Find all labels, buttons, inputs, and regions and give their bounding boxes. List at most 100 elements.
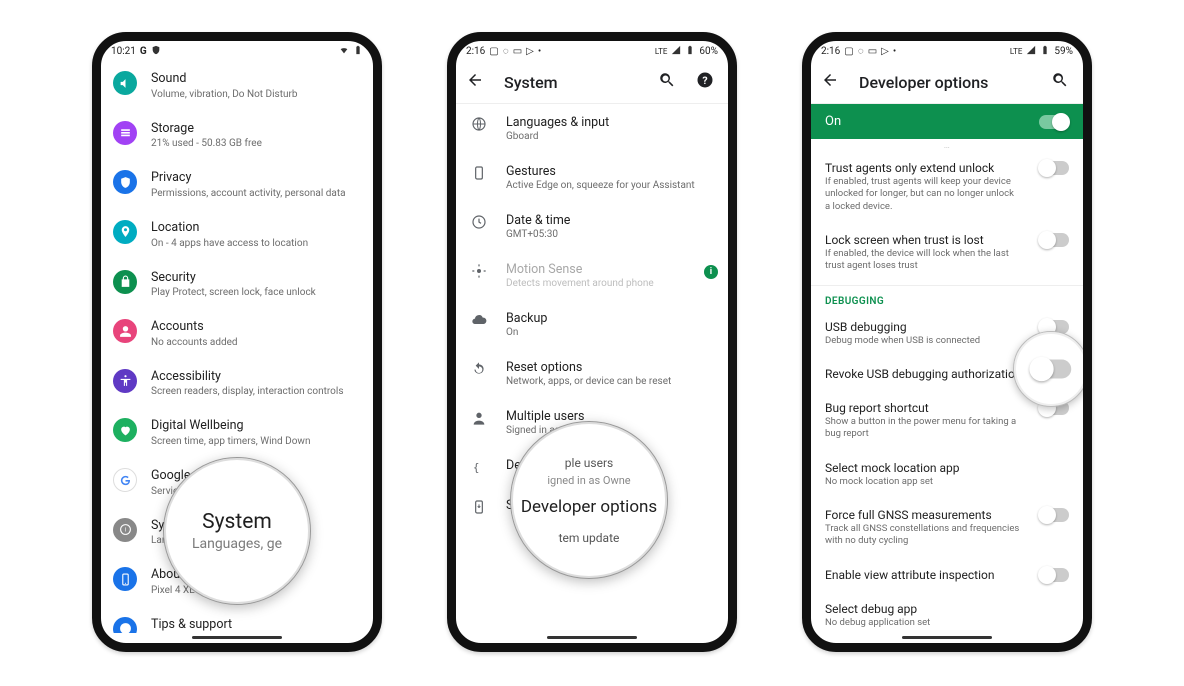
settings-row-digital-wellbeing[interactable]: Digital WellbeingScreen time, app timers… [101,408,373,458]
storage-icon [113,121,137,145]
side-button [1091,181,1092,225]
dot-icon: • [893,46,896,57]
dev-row-select-debug-app[interactable]: Select debug appNo debug application set [811,592,1083,639]
reset-icon [470,360,488,378]
row-sub: No accounts added [151,336,238,349]
row-title: Tips & support [151,617,339,633]
motion-icon [470,262,488,280]
dot-icon: • [538,46,541,57]
dev-row-force-full-gnss-measurements[interactable]: Force full GNSS measurementsTrack all GN… [811,498,1083,558]
magnifier-system: System Languages, ge [163,457,311,605]
signal-icon [671,45,681,58]
lens-title: System [202,510,272,534]
dev-master-switch[interactable] [1039,115,1069,129]
row-title: Sound [151,71,298,87]
row-title: Security [151,270,316,286]
google-icon [113,468,137,492]
dev-row-select-mock-location-app[interactable]: Select mock location appNo mock location… [811,451,1083,498]
row-title: Reset options [506,360,671,375]
wifi-icon [339,45,349,58]
wellbeing-icon [113,418,137,442]
clock-icon [470,213,488,231]
accessibility-icon [113,369,137,393]
search-icon[interactable] [658,71,676,93]
lens-title: Developer options [521,497,657,517]
phone-system: 2:16 ▢ ◌ ▭ ▷ • LTE 60% System ? Language… [447,32,737,652]
settings-row-security[interactable]: SecurityPlay Protect, screen lock, face … [101,260,373,310]
battery-icon [353,45,363,58]
play-icon: ▷ [526,46,534,57]
svg-text:?: ? [702,74,707,87]
info-badge[interactable]: i [704,265,718,279]
g-icon: G [140,46,147,57]
network-label: LTE [655,47,668,56]
row-title: Enable view attribute inspection [825,568,1021,582]
row-sub: Track all GNSS constellations and freque… [825,523,1021,548]
toggle-switch[interactable] [1039,161,1069,175]
settings-row-privacy[interactable]: PrivacyPermissions, account activity, pe… [101,160,373,210]
row-sub: If enabled, the device will lock when th… [825,248,1021,273]
settings-row-location[interactable]: LocationOn - 4 apps have access to locat… [101,210,373,260]
row-title: Privacy [151,170,346,186]
toggle-switch[interactable] [1039,568,1069,582]
shield-icon [151,45,161,58]
settings-row-accounts[interactable]: AccountsNo accounts added [101,309,373,359]
row-title: Digital Wellbeing [151,418,310,434]
page-title: System [504,73,638,92]
page-title: Developer options [859,73,1031,92]
side-button [1091,236,1092,306]
battery-pct: 60% [699,46,718,57]
side-button [381,181,382,225]
row-sub: Show a button in the power menu for taki… [825,416,1021,441]
system-row-gestures[interactable]: GesturesActive Edge on, squeeze for your… [456,153,728,202]
row-title: Gestures [506,164,695,179]
row-sub: GMT+05:30 [506,229,570,240]
accounts-icon [113,319,137,343]
whatsapp-icon: ◌ [858,46,864,57]
truncated-row: … [811,139,1083,151]
row-title: Date & time [506,213,570,228]
toggle-switch[interactable] [1039,508,1069,522]
signal-icon [1026,45,1036,58]
back-icon[interactable] [466,71,484,93]
dev-row-lock-screen-when-trust-is-lost[interactable]: Lock screen when trust is lostIf enabled… [811,223,1083,283]
search-icon[interactable] [1051,71,1069,93]
system-row-backup[interactable]: BackupOn [456,300,728,349]
help-icon[interactable]: ? [696,71,714,93]
settings-row-sound[interactable]: SoundVolume, vibration, Do Not Disturb [101,61,373,111]
section-debugging: DEBUGGING [811,288,1083,310]
braces-icon: { } [470,458,488,476]
back-icon[interactable] [821,71,839,93]
system-row-date-time[interactable]: Date & timeGMT+05:30 [456,202,728,251]
security-icon [113,270,137,294]
toggle-switch[interactable] [1039,233,1069,247]
help-icon: ? [113,617,137,633]
system-row-languages-input[interactable]: Languages & inputGboard [456,104,728,153]
user-icon [470,409,488,427]
row-sub: Screen readers, display, interaction con… [151,385,343,398]
status-time: 10:21 [111,46,136,57]
row-title: Motion Sense [506,262,654,277]
battery-pct: 59% [1054,46,1073,57]
dev-row-trust-agents-only-extend-unlock[interactable]: Trust agents only extend unlockIf enable… [811,151,1083,223]
system-row-reset-options[interactable]: Reset optionsNetwork, apps, or device ca… [456,349,728,398]
settings-row-accessibility[interactable]: AccessibilityScreen readers, display, in… [101,359,373,409]
youtube-icon: ▭ [513,46,522,57]
volume-icon [113,71,137,95]
row-title: Storage [151,121,262,137]
row-sub: Volume, vibration, Do Not Disturb [151,88,298,101]
row-title: Bug report shortcut [825,401,1021,415]
system-row-motion-sense[interactable]: Motion SenseDetects movement around phon… [456,251,728,300]
settings-row-tips-support[interactable]: ?Tips & supportHelp articles, phone & ch… [101,607,373,633]
row-sub: Network, apps, or device can be reset [506,376,671,387]
phone-settings: 10:21 G SoundVolume, vibration, Do Not D… [92,32,382,652]
lens-frag-mid: igned in as Owne [547,474,630,487]
dev-on-banner: On [811,104,1083,139]
settings-row-storage[interactable]: Storage21% used - 50.83 GB free [101,111,373,161]
play-icon: ▷ [881,46,889,57]
usb-debug-switch-zoom[interactable] [1031,360,1072,379]
battery-icon [685,45,695,58]
banner-label: On [825,114,841,129]
status-time: 2:16 [466,46,485,57]
dev-row-enable-view-attribute-inspection[interactable]: Enable view attribute inspection [811,558,1083,592]
